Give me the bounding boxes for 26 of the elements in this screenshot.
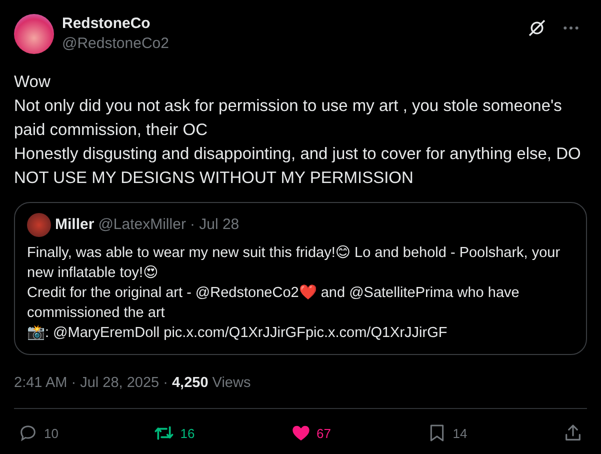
quoted-post-text: 📸: @MaryEremDoll pic.x.com/Q1XrJJirGFpic.x.com/Q1XrJJirGF bbox=[27, 324, 448, 343]
reply-button[interactable]: 10 bbox=[18, 423, 118, 443]
quoted-avatar bbox=[27, 213, 51, 237]
quoted-post-card[interactable] bbox=[14, 202, 587, 355]
views-label: Views bbox=[212, 374, 251, 393]
repost-button[interactable]: 16 bbox=[154, 423, 254, 443]
share-button[interactable] bbox=[563, 423, 583, 443]
quoted-handle: @LatexMiller bbox=[98, 215, 186, 235]
user-handle[interactable]: @RedstoneCo2 bbox=[62, 34, 519, 54]
like-button[interactable]: 67 bbox=[290, 423, 390, 443]
display-name[interactable]: RedstoneCo bbox=[62, 14, 519, 34]
view-count: 4,250 bbox=[172, 374, 208, 393]
quoted-date: · Jul 28 bbox=[190, 215, 240, 235]
slashed-circle-icon[interactable] bbox=[527, 18, 547, 38]
bookmark-button[interactable]: 14 bbox=[426, 423, 527, 443]
post-text: Not only did you not ask for permission to use my art , you stole someone's paid commission, their OC bbox=[14, 96, 563, 141]
avatar[interactable] bbox=[14, 14, 54, 54]
share-icon bbox=[563, 423, 583, 443]
post-timestamp[interactable]: 2:41 AM · Jul 28, 2025 · bbox=[14, 373, 172, 393]
quoted-display-name: Miller bbox=[55, 215, 94, 235]
like-icon bbox=[290, 423, 310, 443]
post-text: Wow bbox=[14, 72, 52, 93]
quoted-post-text: Credit for the original art - @RedstoneCo2❤ and @SatellitePrima who have commissioned the art bbox=[27, 284, 520, 323]
post-text: Honestly disgusting and disappointing, and just to cover for anything else, DO NOT USE MY DESIGNS WITHOUT MY PERMISSION bbox=[14, 144, 582, 189]
quoted-post-text: Finally, was able to wear my new suit this friday!😊 Lo and behold - Poolshark, your new inflatable toy!😍 bbox=[27, 244, 562, 283]
reply-icon bbox=[18, 423, 38, 443]
